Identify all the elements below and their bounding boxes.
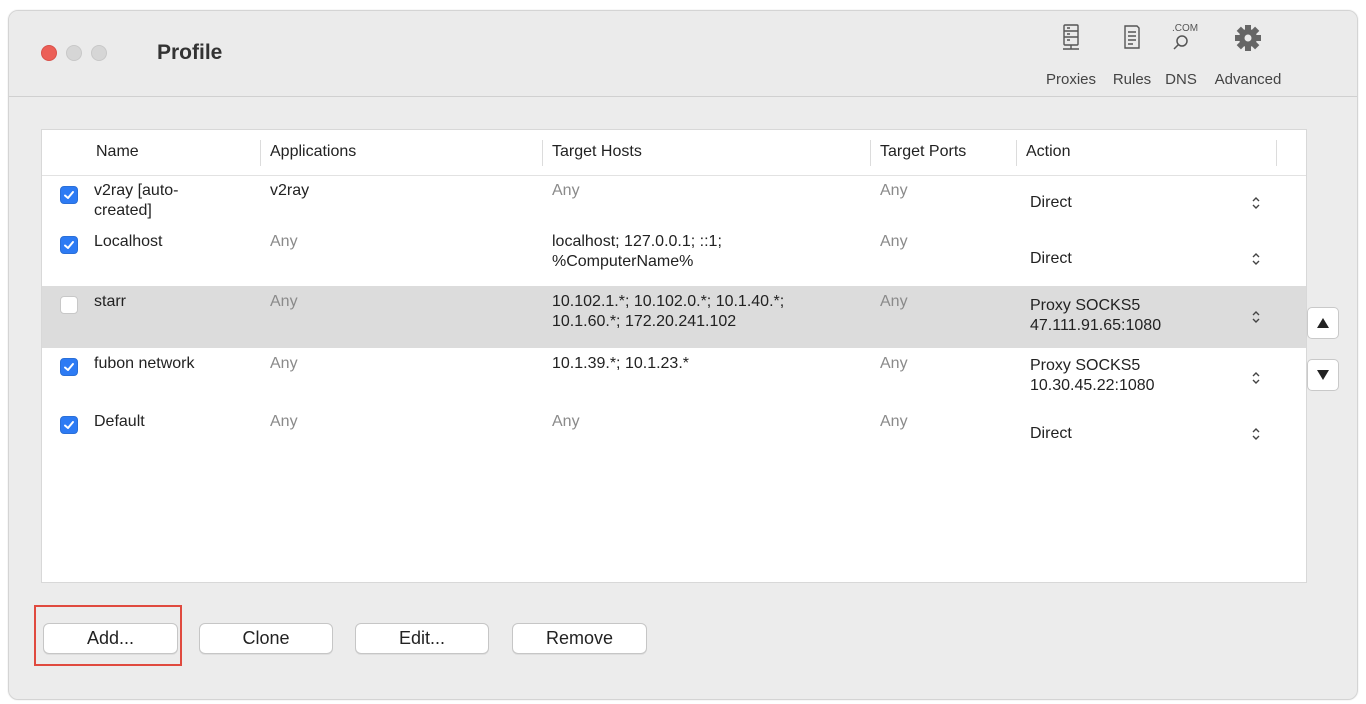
row-name: fubon network [94, 355, 195, 372]
row-name: Localhost [94, 233, 163, 250]
row-enabled-checkbox[interactable] [60, 296, 78, 314]
popup-updown-icon[interactable] [1250, 195, 1262, 211]
window-controls [41, 45, 107, 61]
row-target-hosts: 10.102.1.*; 10.102.0.*; 10.1.40.*; 10.1.… [552, 293, 785, 330]
table-row[interactable]: Localhost Any localhost; 127.0.0.1; ::1;… [42, 228, 1306, 286]
profile-window: Profile Proxies Rules .COM DNS Advanced … [8, 10, 1358, 700]
triangle-up-icon [1317, 318, 1329, 328]
popup-updown-icon[interactable] [1250, 426, 1262, 442]
toolbar-rules-button[interactable]: Rules [1105, 21, 1159, 88]
edit-button[interactable]: Edit... [355, 623, 489, 654]
row-action-popup[interactable]: Proxy SOCKS5 10.30.45.22:1080 [1030, 356, 1155, 396]
empty-row [42, 512, 1306, 538]
table-row[interactable]: v2ray [auto- created] v2ray Any Any Dire… [42, 176, 1306, 228]
minimize-window-button[interactable] [66, 45, 82, 61]
row-target-ports: Any [880, 182, 908, 199]
window-title: Profile [157, 41, 223, 64]
row-applications: Any [270, 413, 298, 430]
toolbar-advanced-button[interactable]: Advanced [1203, 21, 1293, 88]
toolbar-dns-button[interactable]: .COM DNS [1159, 21, 1203, 89]
empty-row [42, 486, 1306, 512]
close-window-button[interactable] [41, 45, 57, 61]
row-enabled-checkbox[interactable] [60, 236, 78, 254]
row-name: v2ray [auto- created] [94, 182, 179, 219]
empty-row [42, 460, 1306, 486]
row-target-hosts: 10.1.39.*; 10.1.23.* [552, 355, 689, 372]
column-header-action[interactable]: Action [1026, 143, 1070, 167]
zoom-window-button[interactable] [91, 45, 107, 61]
empty-row [42, 538, 1306, 564]
move-up-button[interactable] [1307, 307, 1339, 339]
gear-icon [1233, 21, 1263, 55]
rules-document-icon [1122, 21, 1142, 55]
column-header-target-hosts[interactable]: Target Hosts [552, 143, 642, 167]
title-bar: Profile Proxies Rules .COM DNS Advanced [9, 11, 1357, 97]
toolbar: Proxies Rules .COM DNS Advanced [1037, 21, 1293, 89]
move-down-button[interactable] [1307, 359, 1339, 391]
popup-updown-icon[interactable] [1250, 251, 1262, 267]
row-enabled-checkbox[interactable] [60, 416, 78, 434]
toolbar-proxies-button[interactable]: Proxies [1037, 21, 1105, 88]
dns-com-glyph: .COM [1171, 23, 1199, 34]
row-name: Default [94, 413, 145, 430]
row-name: starr [94, 293, 126, 310]
popup-updown-icon[interactable] [1250, 370, 1262, 386]
toolbar-advanced-label: Advanced [1214, 71, 1282, 88]
column-divider[interactable] [1276, 140, 1277, 166]
table-header: Name Applications Target Hosts Target Po… [42, 130, 1306, 176]
remove-button[interactable]: Remove [512, 623, 647, 654]
table-row[interactable]: Default Any Any Any Direct [42, 408, 1306, 460]
column-divider[interactable] [870, 140, 871, 166]
row-target-hosts: Any [552, 413, 580, 430]
column-header-applications[interactable]: Applications [270, 143, 356, 167]
row-target-ports: Any [880, 355, 908, 372]
row-applications: Any [270, 355, 298, 372]
table-row-selected[interactable]: starr Any 10.102.1.*; 10.102.0.*; 10.1.4… [42, 286, 1306, 348]
popup-updown-icon[interactable] [1250, 309, 1262, 325]
proxies-server-icon [1061, 21, 1081, 55]
clone-button[interactable]: Clone [199, 623, 333, 654]
column-header-name[interactable]: Name [96, 143, 139, 167]
column-divider[interactable] [1016, 140, 1017, 166]
row-target-ports: Any [880, 233, 908, 250]
row-action-popup[interactable]: Direct [1030, 193, 1072, 213]
column-divider[interactable] [542, 140, 543, 166]
column-divider[interactable] [260, 140, 261, 166]
row-applications: v2ray [270, 182, 310, 199]
column-header-target-ports[interactable]: Target Ports [880, 143, 966, 167]
row-applications: Any [270, 233, 298, 250]
triangle-down-icon [1317, 370, 1329, 380]
toolbar-proxies-label: Proxies [1045, 71, 1097, 88]
rules-table[interactable]: Name Applications Target Hosts Target Po… [41, 129, 1307, 583]
row-target-hosts: Any [552, 182, 580, 199]
add-button-highlight-box [34, 605, 182, 666]
table-row[interactable]: fubon network Any 10.1.39.*; 10.1.23.* A… [42, 348, 1306, 408]
row-action-popup[interactable]: Direct [1030, 424, 1072, 444]
row-action-popup[interactable]: Proxy SOCKS5 47.111.91.65:1080 [1030, 296, 1161, 336]
row-target-ports: Any [880, 413, 908, 430]
row-target-hosts: localhost; 127.0.0.1; ::1; %ComputerName… [552, 233, 722, 270]
toolbar-dns-label: DNS [1165, 71, 1197, 88]
toolbar-rules-label: Rules [1112, 71, 1152, 88]
row-applications: Any [270, 293, 298, 310]
row-enabled-checkbox[interactable] [60, 186, 78, 204]
row-enabled-checkbox[interactable] [60, 358, 78, 376]
row-action-popup[interactable]: Direct [1030, 249, 1072, 269]
row-target-ports: Any [880, 293, 908, 310]
dns-com-icon: .COM [1164, 21, 1198, 55]
empty-row [42, 564, 1306, 582]
